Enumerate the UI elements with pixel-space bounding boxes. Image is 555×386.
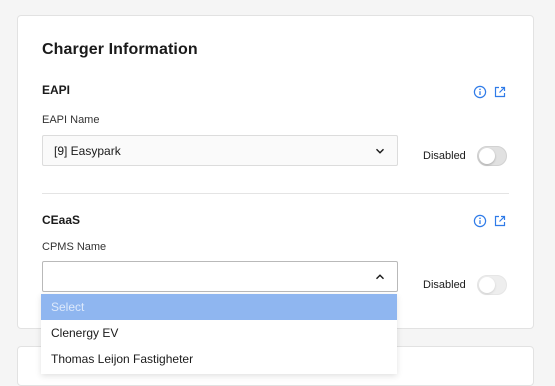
section-divider bbox=[42, 193, 509, 194]
cpms-dropdown-list: Select Clenergy EV Thomas Leijon Fastigh… bbox=[41, 294, 397, 374]
eapi-toggle-label: Disabled bbox=[423, 150, 466, 162]
info-icon[interactable] bbox=[473, 214, 487, 228]
ceaas-section-title: CEaaS bbox=[42, 213, 81, 227]
eapi-name-label: EAPI Name bbox=[42, 114, 100, 126]
toggle-knob bbox=[478, 148, 495, 164]
eapi-actions bbox=[473, 85, 507, 99]
eapi-selected-value: [9] Easypark bbox=[54, 143, 121, 158]
cpms-name-label: CPMS Name bbox=[42, 241, 107, 253]
ceaas-toggle-group: Disabled bbox=[423, 275, 507, 295]
eapi-section-title: EAPI bbox=[42, 83, 71, 97]
dropdown-option-thomas-leijon[interactable]: Thomas Leijon Fastigheter bbox=[41, 346, 397, 372]
dropdown-option-clenergy-ev[interactable]: Clenergy EV bbox=[41, 320, 397, 346]
dropdown-option-select[interactable]: Select bbox=[41, 294, 397, 320]
eapi-name-select[interactable]: [9] Easypark bbox=[42, 135, 398, 166]
ceaas-toggle-label: Disabled bbox=[423, 279, 466, 291]
ceaas-actions bbox=[473, 214, 507, 228]
eapi-disabled-toggle[interactable] bbox=[476, 146, 507, 166]
chevron-down-icon bbox=[376, 148, 384, 154]
eapi-toggle-group: Disabled bbox=[423, 146, 507, 166]
chevron-up-icon bbox=[376, 273, 384, 279]
cpms-name-select[interactable] bbox=[42, 261, 398, 292]
info-icon[interactable] bbox=[473, 85, 487, 99]
toggle-knob bbox=[478, 277, 495, 293]
ceaas-disabled-toggle[interactable] bbox=[476, 275, 507, 295]
charger-information-card: Charger Information EAPI EAPI Name [9] E… bbox=[17, 15, 534, 329]
external-link-icon[interactable] bbox=[493, 85, 507, 99]
external-link-icon[interactable] bbox=[493, 214, 507, 228]
card-title: Charger Information bbox=[42, 41, 198, 58]
